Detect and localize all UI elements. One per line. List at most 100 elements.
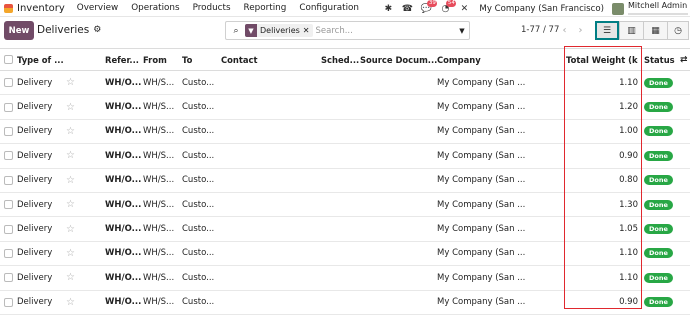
menu-item-configuration[interactable]: Configuration xyxy=(299,3,359,13)
remove-facet-icon[interactable]: ✕ xyxy=(303,26,313,35)
row-checkbox[interactable] xyxy=(4,175,13,185)
table-row[interactable]: Delivery ☆ WH/O... WH/S... Custo... My Compan… xyxy=(0,291,690,315)
pager-value[interactable]: 1-77 / 77 xyxy=(521,25,559,35)
menu-item-products[interactable]: Products xyxy=(193,3,231,13)
cell-reference: WH/O... xyxy=(105,175,142,186)
status-badge: Done xyxy=(644,126,673,137)
star-icon[interactable]: ☆ xyxy=(66,77,75,88)
star-icon[interactable]: ☆ xyxy=(66,126,75,137)
row-checkbox[interactable] xyxy=(4,102,13,112)
table-row[interactable]: Delivery ☆ WH/O... WH/S... Custo... My Compan… xyxy=(0,193,690,218)
cell-from: WH/S... xyxy=(143,297,175,308)
filter-icon: ▼ xyxy=(245,24,257,37)
row-checkbox[interactable] xyxy=(4,200,13,210)
pager-previous-icon[interactable]: ‹ xyxy=(558,22,571,38)
table-row[interactable]: Delivery ☆ WH/O... WH/S... Custo... My Compan… xyxy=(0,266,690,291)
kanban-view-icon[interactable]: ▥ xyxy=(619,21,643,40)
cell-to: Custo... xyxy=(182,77,215,88)
new-button[interactable]: New xyxy=(4,21,34,40)
cell-status: Done xyxy=(644,77,673,88)
select-all-checkbox[interactable] xyxy=(4,55,13,64)
row-checkbox[interactable] xyxy=(4,248,13,258)
user-menu[interactable]: Mitchell Admin xyxy=(628,2,688,15)
cell-reference: WH/O... xyxy=(105,272,142,283)
status-badge: Done xyxy=(644,77,673,88)
header-to[interactable]: To xyxy=(182,55,192,65)
optional-columns-icon[interactable]: ⇄ xyxy=(680,55,688,65)
star-icon[interactable]: ☆ xyxy=(66,224,75,235)
header-status[interactable]: Status xyxy=(644,55,675,65)
clock-icon[interactable]: ◔ 54 xyxy=(439,0,457,15)
star-icon[interactable]: ☆ xyxy=(66,175,75,186)
activity-view-icon[interactable]: ◷ xyxy=(667,21,689,40)
row-checkbox[interactable] xyxy=(4,297,13,307)
search-input[interactable]: Search... xyxy=(316,26,456,36)
row-checkbox[interactable] xyxy=(4,78,13,88)
header-from[interactable]: From xyxy=(143,55,167,65)
company-switcher[interactable]: My Company (San Francisco) xyxy=(479,4,604,14)
user-name: Mitchell Admin xyxy=(628,1,688,10)
row-checkbox[interactable] xyxy=(4,126,13,136)
tools-icon[interactable]: ✕ xyxy=(458,3,470,15)
cell-type: Delivery xyxy=(17,224,53,235)
menu-item-operations[interactable]: Operations xyxy=(131,3,179,13)
row-checkbox[interactable] xyxy=(4,273,13,283)
phone-icon[interactable]: ☎ xyxy=(401,3,413,15)
row-checkbox[interactable] xyxy=(4,151,13,161)
cell-company: My Company (San ... xyxy=(437,126,526,137)
cell-total-weight: 0.80 xyxy=(619,175,638,186)
table-row[interactable]: Delivery ☆ WH/O... WH/S... Custo... My Compan… xyxy=(0,242,690,267)
search-options-toggle[interactable]: ▼ xyxy=(455,27,469,35)
activities-badge: 54 xyxy=(446,0,457,7)
user-avatar[interactable] xyxy=(612,2,624,15)
cell-total-weight: 0.90 xyxy=(619,297,638,308)
calendar-view-icon[interactable]: ▦ xyxy=(643,21,667,40)
status-badge: Done xyxy=(644,102,673,113)
star-icon[interactable]: ☆ xyxy=(66,248,75,259)
page-title: Deliveries xyxy=(37,24,90,36)
row-checkbox[interactable] xyxy=(4,224,13,234)
star-icon[interactable]: ☆ xyxy=(66,150,75,161)
cell-total-weight: 1.05 xyxy=(619,224,638,235)
table-row[interactable]: Delivery ☆ WH/O... WH/S... Custo... My Compan… xyxy=(0,217,690,242)
cell-status: Done xyxy=(644,297,673,308)
star-icon[interactable]: ☆ xyxy=(66,199,75,210)
cell-total-weight: 1.20 xyxy=(619,102,638,113)
header-total-weight[interactable]: Total Weight (kg) xyxy=(566,55,638,65)
header-type[interactable]: Type of ... xyxy=(17,55,64,65)
cell-status: Done xyxy=(644,102,673,113)
cell-type: Delivery xyxy=(17,150,53,161)
cell-from: WH/S... xyxy=(143,272,175,283)
table-row[interactable]: Delivery ☆ WH/O... WH/S... Custo... My Compan… xyxy=(0,144,690,169)
table-row[interactable]: Delivery ☆ WH/O... WH/S... Custo... My Compan… xyxy=(0,169,690,193)
star-icon[interactable]: ☆ xyxy=(66,297,75,308)
cell-to: Custo... xyxy=(182,175,215,186)
cell-status: Done xyxy=(644,150,673,161)
table-row[interactable]: Delivery ☆ WH/O... WH/S... Custo... My Compan… xyxy=(0,71,690,96)
header-reference[interactable]: Refer... xyxy=(105,55,139,65)
menu-item-reporting[interactable]: Reporting xyxy=(244,3,287,13)
bug-icon[interactable]: ✱ xyxy=(382,3,394,15)
search-bar: ⌕ ▼ Deliveries ✕ Search... ▼ xyxy=(225,21,470,40)
cell-status: Done xyxy=(644,272,673,283)
search-icon[interactable]: ⌕ xyxy=(229,26,243,36)
header-company[interactable]: Company xyxy=(437,55,481,65)
star-icon[interactable]: ☆ xyxy=(66,102,75,113)
cell-company: My Company (San ... xyxy=(437,102,526,113)
list-view-icon[interactable]: ☰ xyxy=(595,21,619,40)
header-scheduled[interactable]: Sched... xyxy=(321,55,359,65)
inventory-app-icon[interactable] xyxy=(4,3,13,13)
star-icon[interactable]: ☆ xyxy=(66,272,75,283)
app-name[interactable]: Inventory xyxy=(17,3,65,14)
table-row[interactable]: Delivery ☆ WH/O... WH/S... Custo... My Compan… xyxy=(0,120,690,145)
chat-icon[interactable]: 💬 39 xyxy=(420,0,438,15)
header-contact[interactable]: Contact xyxy=(221,55,258,65)
menu-item-overview[interactable]: Overview xyxy=(77,3,118,13)
systray: ✱ ☎ 💬 39 ◔ 54 ✕ My Company (San Francisco)… xyxy=(375,0,690,17)
header-source-document[interactable]: Source Docum... xyxy=(360,55,437,65)
table-row[interactable]: Delivery ☆ WH/O... WH/S... Custo... My Compan… xyxy=(0,95,690,120)
cell-total-weight: 1.00 xyxy=(619,126,638,137)
pager-next-icon[interactable]: › xyxy=(574,22,587,38)
gear-icon[interactable]: ⚙ xyxy=(93,25,101,35)
status-badge: Done xyxy=(644,150,673,161)
